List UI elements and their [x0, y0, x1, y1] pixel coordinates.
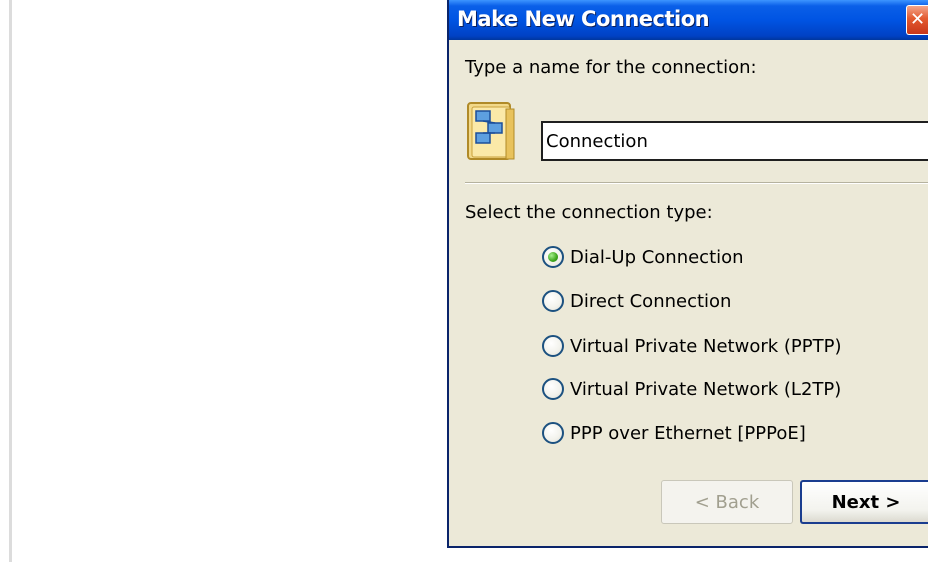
- radio-button[interactable]: [542, 422, 564, 444]
- radio-button-selected[interactable]: [542, 246, 564, 268]
- radio-label: Virtual Private Network (PPTP): [570, 335, 842, 357]
- radio-label: Dial-Up Connection: [570, 246, 744, 268]
- radio-pppoe[interactable]: PPP over Ethernet [PPPoE]: [542, 418, 806, 448]
- close-icon: ✕: [909, 9, 926, 30]
- radio-button[interactable]: [542, 378, 564, 400]
- radio-label: Virtual Private Network (L2TP): [570, 378, 842, 400]
- make-new-connection-dialog: Make New Connection ✕ Type a name for th…: [447, 0, 928, 548]
- radio-label: PPP over Ethernet [PPPoE]: [570, 422, 806, 444]
- close-button[interactable]: ✕: [906, 5, 928, 35]
- title-bar[interactable]: Make New Connection ✕: [449, 0, 928, 40]
- type-prompt-label: Select the connection type:: [465, 202, 713, 223]
- network-connection-icon: [467, 102, 515, 160]
- name-prompt-label: Type a name for the connection:: [465, 57, 757, 78]
- radio-button[interactable]: [542, 335, 564, 357]
- separator-line: [465, 182, 928, 184]
- radio-direct[interactable]: Direct Connection: [542, 286, 731, 316]
- dialog-title: Make New Connection: [457, 7, 710, 31]
- radio-label: Direct Connection: [570, 290, 732, 312]
- radio-vpn-pptp[interactable]: Virtual Private Network (PPTP): [542, 331, 842, 361]
- next-button[interactable]: Next >: [800, 480, 928, 524]
- window-border: [9, 0, 12, 562]
- radio-dial-up[interactable]: Dial-Up Connection: [542, 242, 744, 272]
- radio-vpn-l2tp[interactable]: Virtual Private Network (L2TP): [542, 374, 841, 404]
- connection-name-input[interactable]: [541, 121, 928, 161]
- back-button[interactable]: < Back: [661, 480, 793, 524]
- radio-button[interactable]: [542, 290, 564, 312]
